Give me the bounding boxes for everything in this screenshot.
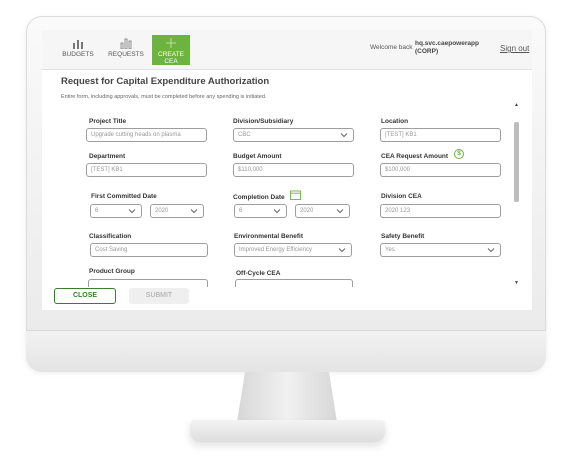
nav-create-cea[interactable]: CREATE CEA — [152, 35, 190, 65]
completion-month-select[interactable]: 6 — [234, 204, 287, 218]
bar-chart-icon — [73, 40, 83, 49]
first-committed-label: First Committed Date — [91, 193, 157, 200]
scroll-down-icon[interactable]: ▼ — [513, 280, 520, 288]
dollar-icon[interactable]: $ — [454, 149, 464, 159]
department-label: Department — [89, 153, 126, 160]
product-group-label: Product Group — [89, 268, 135, 275]
division-cea-label: Division CEA — [381, 193, 422, 200]
first-committed-month-select[interactable]: 6 — [90, 204, 142, 218]
first-committed-year-select[interactable]: 2020 — [150, 204, 204, 218]
project-title-input[interactable]: Upgrade cutting heads on plasma — [86, 128, 207, 142]
user-domain: (CORP) — [415, 48, 439, 55]
chevron-down-icon — [338, 248, 346, 253]
chevron-down-icon — [336, 209, 344, 214]
first-committed-month-value: 6 — [95, 208, 99, 214]
completion-year-value: 2020 — [300, 208, 314, 214]
chevron-down-icon — [273, 209, 281, 214]
nav-budgets-label: BUDGETS — [62, 51, 94, 58]
department-input[interactable]: [TEST] KB1 — [86, 163, 207, 177]
first-committed-year-value: 2020 — [155, 208, 169, 214]
page-title: Request for Capital Expenditure Authoriz… — [61, 76, 270, 87]
completion-year-select[interactable]: 2020 — [295, 204, 350, 218]
classification-label: Classification — [89, 233, 132, 240]
calendar-icon[interactable] — [290, 190, 301, 200]
safety-benefit-value: Yes — [385, 247, 395, 253]
user-account: hq.svc.caepowerapp (CORP) — [415, 40, 479, 56]
submit-button[interactable]: SUBMIT — [129, 288, 189, 304]
environmental-benefit-select[interactable]: Improved Energy Efficiency — [234, 243, 352, 257]
scrollbar[interactable]: ▲ ▼ — [513, 102, 520, 288]
plus-icon — [166, 38, 176, 48]
safety-benefit-select[interactable]: Yes — [380, 243, 501, 257]
location-label: Location — [381, 118, 409, 125]
division-cea-input[interactable]: 2020 123 — [380, 204, 501, 218]
chevron-down-icon — [128, 209, 136, 214]
welcome-text: Welcome back — [370, 44, 413, 51]
monitor-chin — [26, 330, 546, 372]
environmental-benefit-label: Environmental Benefit — [234, 233, 303, 240]
safety-benefit-label: Safety Benefit — [381, 233, 425, 240]
completion-date-label: Completion Date — [233, 194, 285, 201]
location-input[interactable]: [TEST] KB1 — [380, 128, 501, 142]
nav-requests[interactable]: REQUESTS — [108, 35, 144, 63]
chevron-down-icon — [487, 248, 495, 253]
cea-request-input[interactable]: $100,000 — [380, 163, 501, 177]
bar-chart-outline-icon — [120, 38, 132, 49]
off-cycle-input[interactable] — [235, 279, 353, 287]
budget-amount-label: Budget Amount — [233, 153, 282, 160]
page-subtitle: Entire form, including approvals, must b… — [61, 94, 267, 100]
nav-create-cea-label: CREATE CEA — [158, 51, 184, 65]
monitor-stand-neck — [237, 372, 337, 422]
scroll-up-icon[interactable]: ▲ — [513, 102, 520, 110]
environmental-benefit-value: Improved Energy Efficiency — [239, 247, 312, 253]
stage: BUDGETS REQUESTS CREATE CEA Welcome back… — [0, 0, 575, 465]
division-select[interactable]: CBC — [233, 128, 354, 142]
app-screen: BUDGETS REQUESTS CREATE CEA Welcome back… — [42, 30, 532, 310]
close-button[interactable]: CLOSE — [54, 288, 116, 304]
division-value: CBC — [238, 132, 251, 138]
user-name: hq.svc.caepowerapp — [415, 40, 479, 47]
classification-input[interactable]: Cost Saving — [90, 243, 208, 257]
sign-out-link[interactable]: Sign out — [500, 44, 529, 53]
division-label: Division/Subsidiary — [233, 118, 294, 125]
budget-amount-input[interactable]: $110,000 — [233, 163, 354, 177]
scroll-thumb[interactable] — [514, 122, 519, 202]
project-title-label: Project Title — [89, 118, 127, 125]
off-cycle-label: Off-Cycle CEA — [236, 270, 281, 277]
nav-requests-label: REQUESTS — [108, 51, 144, 58]
completion-month-value: 6 — [239, 208, 243, 214]
product-group-input[interactable] — [88, 279, 208, 287]
nav-budgets[interactable]: BUDGETS — [60, 35, 96, 63]
chevron-down-icon — [340, 133, 348, 138]
cea-request-label: CEA Request Amount — [381, 153, 449, 160]
top-nav: BUDGETS REQUESTS CREATE CEA Welcome back… — [42, 30, 532, 70]
monitor-stand-base — [190, 420, 385, 442]
chevron-down-icon — [190, 209, 198, 214]
